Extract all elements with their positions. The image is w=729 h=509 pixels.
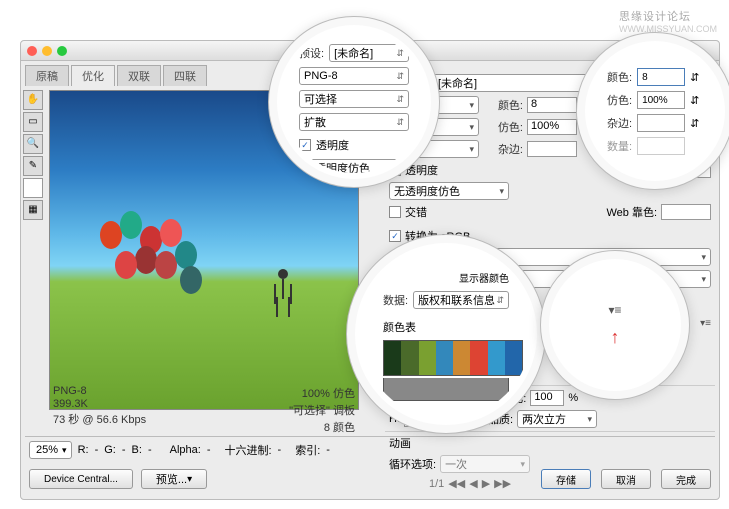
flyout-menu-icon[interactable]: ▾≡: [608, 303, 621, 317]
arrow-up-icon: ↑: [611, 327, 620, 348]
slice-tool[interactable]: ▭: [23, 112, 43, 132]
minimize-icon[interactable]: [42, 46, 52, 56]
z-colors-input[interactable]: 8: [637, 68, 685, 86]
z-preset-select[interactable]: [未命名]: [329, 44, 409, 62]
trans-dither-select[interactable]: 无透明度仿色: [389, 182, 509, 200]
slice-visibility[interactable]: ▦: [23, 200, 43, 220]
z-transdither-select[interactable]: 无透明度仿色: [299, 159, 409, 173]
callout-color-table: 显示器颜色 数据:版权和联系信息 颜色表: [346, 234, 546, 434]
z-color-table[interactable]: [383, 340, 523, 376]
interlace-checkbox[interactable]: [389, 206, 401, 218]
z-metadata-select[interactable]: 版权和联系信息: [413, 291, 509, 309]
z-color-table-label: 颜色表: [383, 319, 416, 335]
preview-button[interactable]: 预览... ▾: [141, 469, 207, 489]
close-icon[interactable]: [27, 46, 37, 56]
callout-menu-indicator: ▾≡ ↑: [540, 250, 690, 400]
info-bar: PNG-8 399.3K 73 秒 @ 56.6 Kbps 100% 仿色 "可…: [49, 383, 359, 437]
z-amount-input: [637, 137, 685, 155]
color-table-menu-icon[interactable]: ▾≡: [700, 318, 711, 329]
device-central-button[interactable]: Device Central...: [29, 469, 133, 489]
quality-select[interactable]: 两次立方: [517, 410, 597, 428]
cancel-button[interactable]: 取消: [601, 469, 651, 489]
tab-optimized[interactable]: 优化: [71, 65, 115, 86]
window-controls[interactable]: [27, 46, 67, 56]
z-transparency-checkbox[interactable]: ✓: [299, 139, 311, 151]
info-palette: "可选择" 调板: [289, 402, 355, 418]
dither-input[interactable]: 100%: [527, 119, 577, 135]
colors-input[interactable]: 8: [527, 97, 577, 113]
info-format: PNG-8: [53, 385, 146, 397]
info-colors: 8 颜色: [289, 419, 355, 435]
percent-input[interactable]: 100: [530, 390, 564, 406]
matte-input[interactable]: [527, 141, 577, 157]
callout-color-settings: 颜色:8⇵ 仿色:100%⇵ 杂边:⇵ 数量:: [576, 32, 729, 190]
color-swatch[interactable]: [23, 178, 43, 198]
footer: 25% R:- G:- B:- Alpha:- 十六进制:- 索引:- Devi…: [25, 436, 715, 495]
info-dither: 100% 仿色: [289, 385, 355, 401]
tab-original[interactable]: 原稿: [25, 65, 69, 86]
watermark: 思缘设计论坛 WWW.MISSYUAN.COM: [619, 8, 717, 34]
stepper-icon[interactable]: ⇵: [690, 94, 699, 107]
done-button[interactable]: 完成: [661, 469, 711, 489]
z-reduction-select[interactable]: 可选择: [299, 90, 409, 108]
eyedropper-tool[interactable]: ✎: [23, 156, 43, 176]
z-dither-select[interactable]: 扩散: [299, 113, 409, 131]
tab-4up[interactable]: 四联: [163, 65, 207, 86]
z-format-select[interactable]: PNG-8: [299, 67, 409, 85]
hand-tool[interactable]: ✋: [23, 90, 43, 110]
websnap-input[interactable]: [661, 204, 711, 220]
stepper-icon[interactable]: ⇵: [690, 71, 699, 84]
zoom-tool[interactable]: 🔍: [23, 134, 43, 154]
save-button[interactable]: 存储: [541, 469, 591, 489]
info-speed: 73 秒 @ 56.6 Kbps: [53, 411, 146, 427]
tab-2up[interactable]: 双联: [117, 65, 161, 86]
z-dither-input[interactable]: 100%: [637, 91, 685, 109]
toolbar: ✋ ▭ 🔍 ✎ ▦: [21, 86, 45, 414]
stepper-icon[interactable]: ⇵: [690, 117, 699, 130]
srgb-checkbox[interactable]: ✓: [389, 230, 401, 242]
maximize-icon[interactable]: [57, 46, 67, 56]
info-size: 399.3K: [53, 398, 146, 410]
callout-format-settings: 预设:[未命名] PNG-8 可选择 扩散 ✓透明度 无透明度仿色: [268, 16, 440, 188]
z-matte-input[interactable]: [637, 114, 685, 132]
zoom-select[interactable]: 25%: [29, 441, 72, 459]
